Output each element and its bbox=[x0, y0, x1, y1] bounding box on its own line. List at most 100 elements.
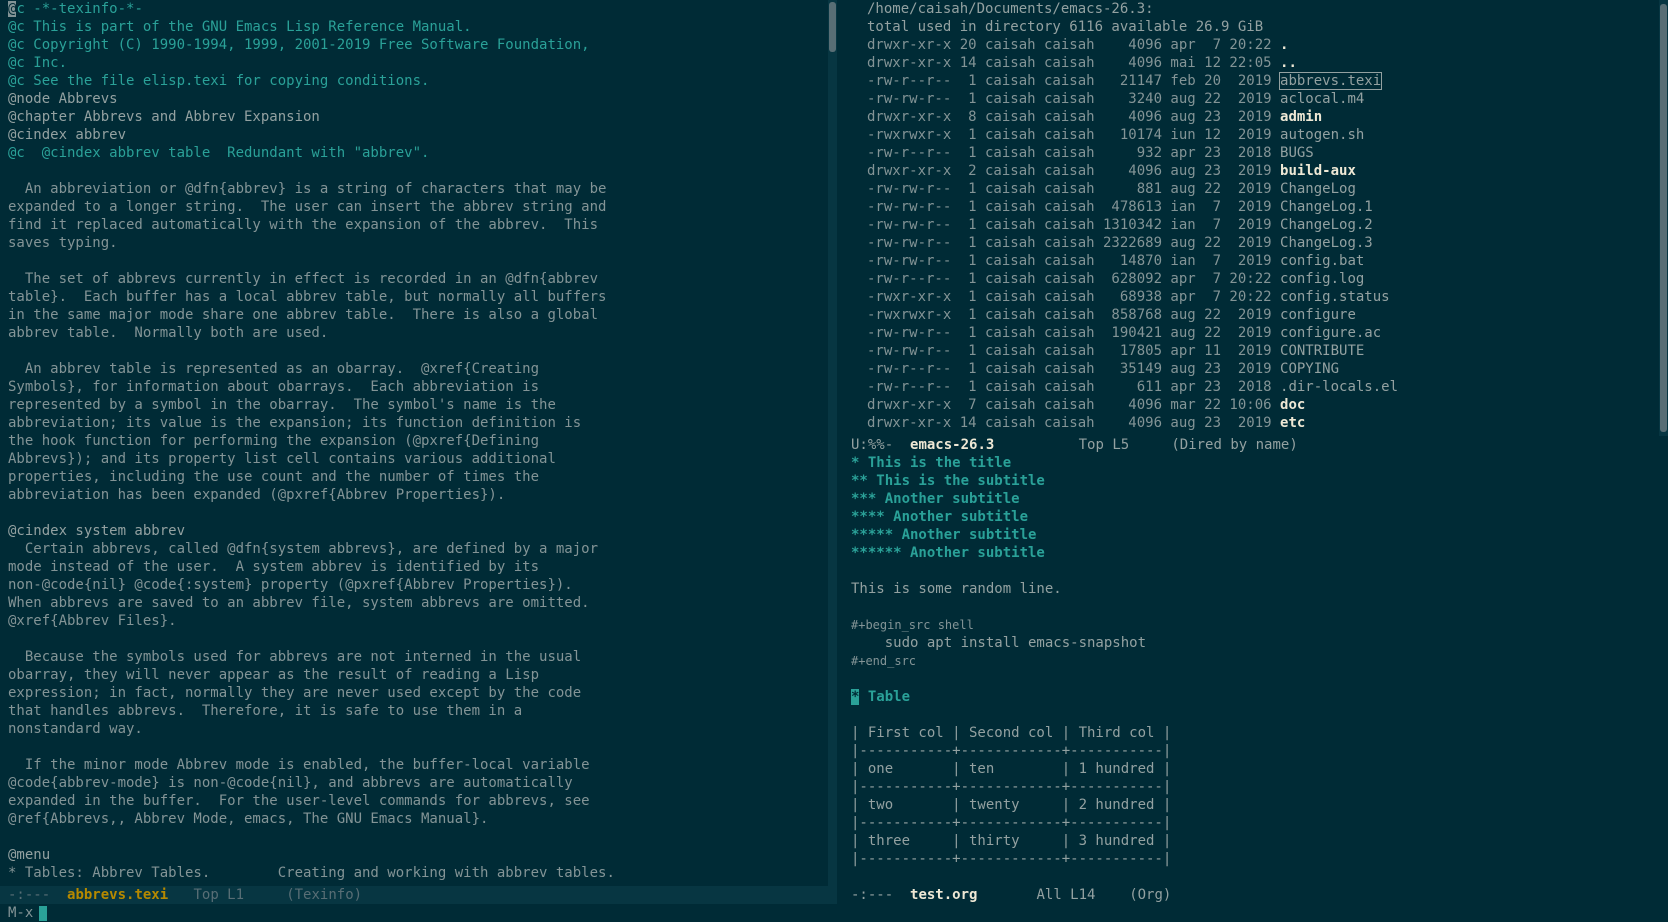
dired-file-name[interactable]: autogen.sh bbox=[1280, 127, 1364, 143]
dired-entry[interactable]: -rw-r--r-- 1 caisah caisah 35149 aug 23 … bbox=[851, 360, 1659, 378]
texinfo-line: An abbreviation or @dfn{abbrev} is a str… bbox=[8, 181, 607, 197]
dired-entry[interactable]: drwxr-xr-x 7 caisah caisah 4096 mar 22 1… bbox=[851, 396, 1659, 414]
org-src-begin: #+begin_src shell bbox=[851, 618, 974, 632]
left-scrollbar[interactable] bbox=[828, 0, 837, 886]
texinfo-modeline[interactable]: -:--- abbrevs.texi Top L1 (Texinfo) bbox=[0, 886, 837, 904]
dired-file-name[interactable]: config.status bbox=[1280, 289, 1390, 305]
dired-file-name[interactable]: config.bat bbox=[1280, 253, 1364, 269]
dired-file-name[interactable]: BUGS bbox=[1280, 145, 1314, 161]
modeline-mode[interactable]: (Org) bbox=[1129, 887, 1171, 903]
dired-entry[interactable]: drwxr-xr-x 14 caisah caisah 4096 aug 23 … bbox=[851, 414, 1659, 432]
dired-file-name[interactable]: ChangeLog.3 bbox=[1280, 235, 1373, 251]
dired-directory-name[interactable]: build-aux bbox=[1280, 163, 1356, 179]
dired-entry[interactable]: drwxr-xr-x 14 caisah caisah 4096 mai 12 … bbox=[851, 54, 1659, 72]
dired-entry[interactable]: drwxr-xr-x 20 caisah caisah 4096 apr 7 2… bbox=[851, 36, 1659, 54]
dired-entry[interactable]: drwxr-xr-x 8 caisah caisah 4096 aug 23 2… bbox=[851, 108, 1659, 126]
dired-file-list[interactable]: drwxr-xr-x 20 caisah caisah 4096 apr 7 2… bbox=[851, 36, 1659, 432]
dired-file-name[interactable]: ChangeLog.1 bbox=[1280, 199, 1373, 215]
dired-entry[interactable]: -rwxrwxr-x 1 caisah caisah 858768 aug 22… bbox=[851, 306, 1659, 324]
left-scrollbar-thumb[interactable] bbox=[829, 2, 836, 52]
texinfo-line: Symbols}, for information about obarrays… bbox=[8, 379, 540, 395]
org-table-line[interactable]: |-----------+------------+-----------| bbox=[851, 742, 1668, 760]
org-table-line[interactable]: | one | ten | 1 hundred | bbox=[851, 760, 1668, 778]
org-table-heading[interactable]: * Table bbox=[851, 688, 1668, 706]
minibuffer[interactable]: M-x bbox=[8, 904, 48, 922]
dired-entry-meta: -rw-rw-r-- 1 caisah caisah 14870 ian 7 2… bbox=[867, 253, 1272, 269]
dired-entry-meta: -rwxrwxr-x 1 caisah caisah 10174 iun 12 … bbox=[867, 127, 1272, 143]
dired-entry-meta: drwxr-xr-x 7 caisah caisah 4096 mar 22 1… bbox=[867, 397, 1272, 413]
org-heading[interactable]: ***** Another subtitle bbox=[851, 526, 1668, 544]
org-window[interactable]: * This is the title ** This is the subtit… bbox=[851, 454, 1668, 886]
org-heading[interactable]: **** Another subtitle bbox=[851, 508, 1668, 526]
dired-scrollbar-thumb[interactable] bbox=[1660, 4, 1667, 432]
modeline-buffer-name[interactable]: abbrevs.texi bbox=[67, 887, 168, 903]
dired-scrollbar[interactable] bbox=[1659, 0, 1668, 436]
dired-entry[interactable]: -rw-rw-r-- 1 caisah caisah 2322689 aug 2… bbox=[851, 234, 1659, 252]
dired-file-name[interactable]: CONTRIBUTE bbox=[1280, 343, 1364, 359]
texinfo-line: table}. Each buffer has a local abbrev t… bbox=[8, 289, 607, 305]
org-table-heading-text: Table bbox=[859, 689, 911, 705]
org-heading[interactable]: * This is the title bbox=[851, 454, 1668, 472]
texinfo-line: @c -*-texinfo-*- bbox=[8, 1, 143, 17]
texinfo-line: represented by a symbol in the obarray. … bbox=[8, 397, 556, 413]
modeline-status: -:--- bbox=[8, 887, 68, 903]
dired-entry[interactable]: -rw-rw-r-- 1 caisah caisah 1310342 ian 7… bbox=[851, 216, 1659, 234]
org-heading[interactable]: ** This is the subtitle bbox=[851, 472, 1668, 490]
dired-file-name[interactable]: configure bbox=[1280, 307, 1356, 323]
dired-entry[interactable]: -rw-rw-r-- 1 caisah caisah 881 aug 22 20… bbox=[851, 180, 1659, 198]
dired-window[interactable]: /home/caisah/Documents/emacs-26.3: total… bbox=[851, 0, 1668, 436]
dired-directory-name[interactable]: . bbox=[1280, 37, 1288, 53]
dired-file-name[interactable]: configure.ac bbox=[1280, 325, 1381, 341]
dired-directory-name[interactable]: .. bbox=[1280, 55, 1297, 71]
dired-modeline[interactable]: U:%%- emacs-26.3 Top L5 (Dired by name) bbox=[851, 436, 1668, 454]
org-heading[interactable]: *** Another subtitle bbox=[851, 490, 1668, 508]
dired-entry[interactable]: -rw-rw-r-- 1 caisah caisah 3240 aug 22 2… bbox=[851, 90, 1659, 108]
texinfo-buffer-text[interactable]: @c -*-texinfo-*- @c This is part of the G… bbox=[8, 0, 820, 886]
texinfo-line: non-@code{nil} @code{:system} property (… bbox=[8, 577, 573, 593]
dired-directory-name[interactable]: admin bbox=[1280, 109, 1322, 125]
dired-directory-name[interactable]: etc bbox=[1280, 415, 1305, 431]
dired-entry[interactable]: -rw-rw-r-- 1 caisah caisah 190421 aug 22… bbox=[851, 324, 1659, 342]
dired-file-name[interactable]: abbrevs.texi bbox=[1279, 72, 1383, 90]
texinfo-line: * Tables: Abbrev Tables. Creating and wo… bbox=[8, 865, 615, 881]
window-divider[interactable] bbox=[837, 0, 851, 904]
modeline-buffer-name[interactable]: test.org bbox=[910, 887, 977, 903]
dired-entry[interactable]: -rwxr-xr-x 1 caisah caisah 68938 apr 7 2… bbox=[851, 288, 1659, 306]
dired-entry[interactable]: -rw-rw-r-- 1 caisah caisah 14870 ian 7 2… bbox=[851, 252, 1659, 270]
org-table-line[interactable]: |-----------+------------+-----------| bbox=[851, 778, 1668, 796]
dired-file-name[interactable]: ChangeLog.2 bbox=[1280, 217, 1373, 233]
dired-directory-name[interactable]: doc bbox=[1280, 397, 1305, 413]
modeline-mode[interactable]: (Texinfo) bbox=[286, 887, 362, 903]
dired-entry[interactable]: -rw-rw-r-- 1 caisah caisah 478613 ian 7 … bbox=[851, 198, 1659, 216]
org-table-line[interactable]: | First col | Second col | Third col | bbox=[851, 724, 1668, 742]
org-table-line[interactable]: | three | thirty | 3 hundred | bbox=[851, 832, 1668, 850]
dired-entry[interactable]: -rw-r--r-- 1 caisah caisah 628092 apr 7 … bbox=[851, 270, 1659, 288]
dired-entry[interactable]: drwxr-xr-x 2 caisah caisah 4096 aug 23 2… bbox=[851, 162, 1659, 180]
dired-entry-meta: -rw-rw-r-- 1 caisah caisah 3240 aug 22 2… bbox=[867, 91, 1272, 107]
dired-entry[interactable]: -rwxrwxr-x 1 caisah caisah 10174 iun 12 … bbox=[851, 126, 1659, 144]
dired-entry-meta: -rwxrwxr-x 1 caisah caisah 858768 aug 22… bbox=[867, 307, 1272, 323]
dired-buffer-text[interactable]: /home/caisah/Documents/emacs-26.3: total… bbox=[851, 0, 1659, 432]
modeline-mode[interactable]: (Dired by name) bbox=[1171, 437, 1297, 453]
dired-entry[interactable]: -rw-rw-r-- 1 caisah caisah 17805 apr 11 … bbox=[851, 342, 1659, 360]
dired-file-name[interactable]: COPYING bbox=[1280, 361, 1339, 377]
org-heading[interactable]: ****** Another subtitle bbox=[851, 544, 1668, 562]
texinfo-line: obarray, they will never appear as the r… bbox=[8, 667, 540, 683]
dired-file-name[interactable]: .dir-locals.el bbox=[1280, 379, 1398, 395]
org-table-line[interactable]: | two | twenty | 2 hundred | bbox=[851, 796, 1668, 814]
org-table-line[interactable]: |-----------+------------+-----------| bbox=[851, 814, 1668, 832]
dired-entry[interactable]: -rw-r--r-- 1 caisah caisah 21147 feb 20 … bbox=[851, 72, 1659, 90]
dired-entry-meta: -rw-r--r-- 1 caisah caisah 628092 apr 7 … bbox=[867, 271, 1272, 287]
org-modeline[interactable]: -:--- test.org All L14 (Org) bbox=[851, 886, 1668, 904]
texinfo-window[interactable]: @c -*-texinfo-*- @c This is part of the G… bbox=[0, 0, 828, 886]
dired-entry[interactable]: -rw-r--r-- 1 caisah caisah 932 apr 23 20… bbox=[851, 144, 1659, 162]
dired-file-name[interactable]: config.log bbox=[1280, 271, 1364, 287]
dired-entry[interactable]: -rw-r--r-- 1 caisah caisah 611 apr 23 20… bbox=[851, 378, 1659, 396]
dired-file-name[interactable]: aclocal.m4 bbox=[1280, 91, 1364, 107]
modeline-buffer-name[interactable]: emacs-26.3 bbox=[910, 437, 994, 453]
org-table-line[interactable]: |-----------+------------+-----------| bbox=[851, 850, 1668, 868]
texinfo-line: in the same major mode share one abbrev … bbox=[8, 307, 599, 323]
org-headings[interactable]: * This is the title ** This is the subtit… bbox=[851, 454, 1668, 562]
dired-file-name[interactable]: ChangeLog bbox=[1280, 181, 1356, 197]
org-table[interactable]: | First col | Second col | Third col | |-… bbox=[851, 724, 1668, 868]
